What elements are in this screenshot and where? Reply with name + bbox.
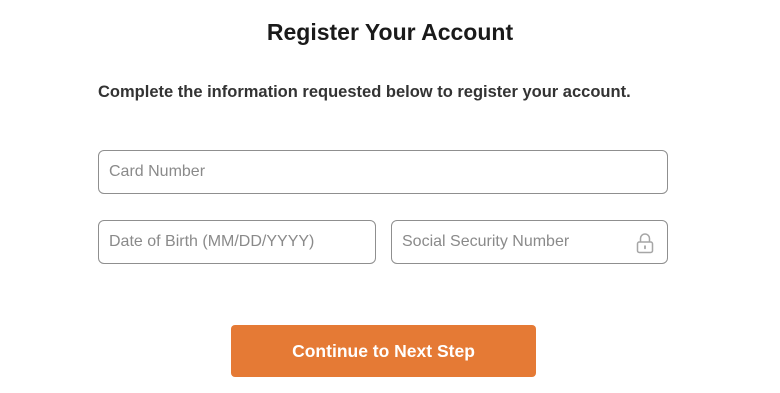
page-title: Register Your Account: [266, 19, 514, 45]
card-number-field[interactable]: [98, 150, 668, 194]
date-of-birth-input[interactable]: [99, 221, 375, 263]
date-of-birth-field[interactable]: [98, 220, 376, 264]
ssn-input[interactable]: [392, 221, 667, 263]
card-number-input[interactable]: [99, 151, 667, 193]
ssn-field[interactable]: [391, 220, 668, 264]
form-instructions: Complete the information requested below…: [98, 83, 631, 101]
continue-button[interactable]: Continue to Next Step: [231, 325, 536, 377]
lock-icon: [635, 232, 655, 254]
